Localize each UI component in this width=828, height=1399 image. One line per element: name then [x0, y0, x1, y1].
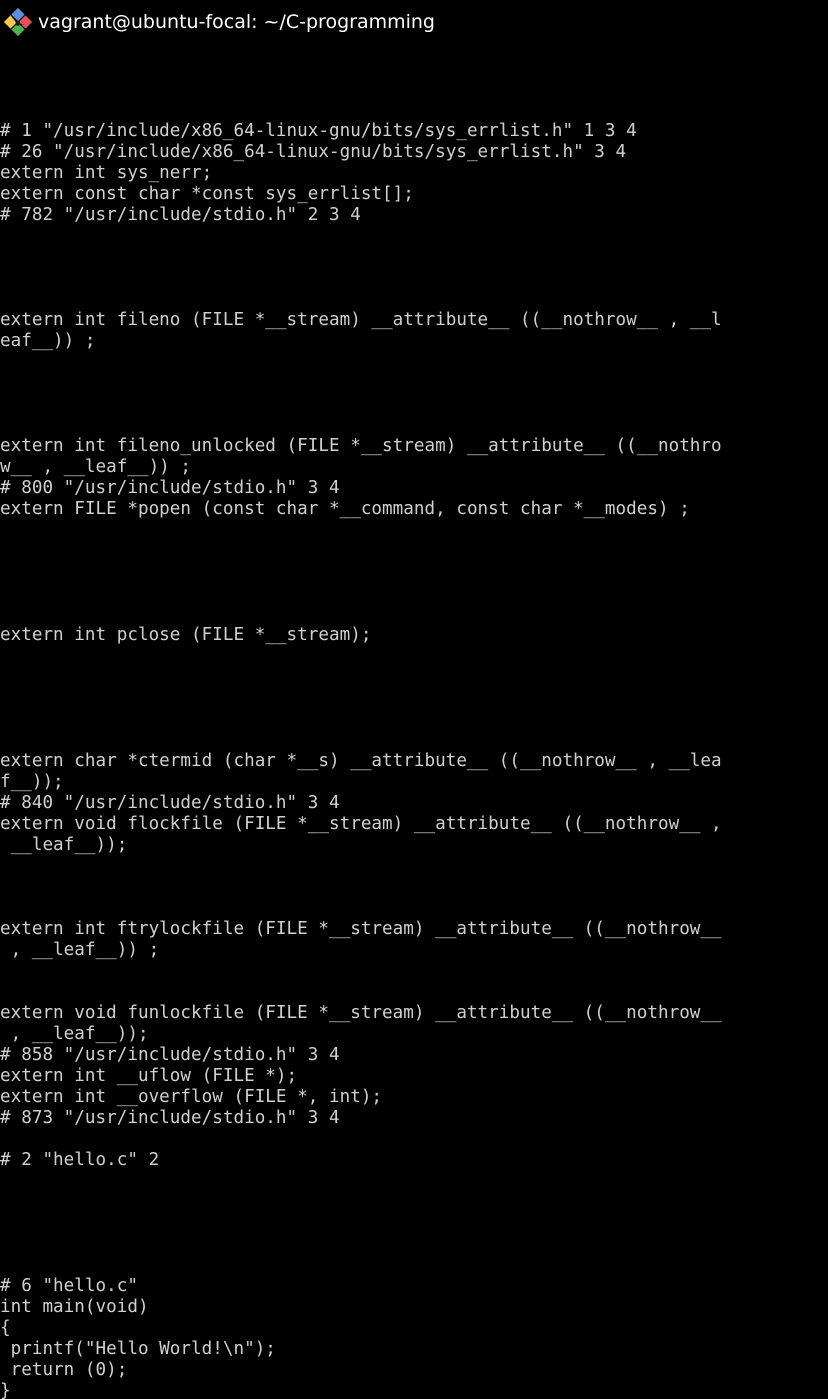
terminal-line: f__)); [0, 772, 64, 792]
terminal-line: extern int __uflow (FILE *); [0, 1066, 298, 1086]
terminal-line: # 2 "hello.c" 2 [0, 1150, 160, 1170]
terminal-line: extern int __overflow (FILE *, int); [0, 1087, 383, 1107]
terminal-line: extern FILE *popen (const char *__comman… [0, 499, 690, 519]
terminal-line: extern int fileno (FILE *__stream) __att… [0, 310, 722, 330]
terminal-line: extern const char *const sys_errlist[]; [0, 184, 414, 204]
terminal-line: } [0, 1381, 11, 1399]
terminal-line: # 840 "/usr/include/stdio.h" 3 4 [0, 793, 340, 813]
terminal-line: # 800 "/usr/include/stdio.h" 3 4 [0, 478, 340, 498]
terminal-line: int main(void) [0, 1297, 149, 1317]
terminal-line: extern int fileno_unlocked (FILE *__stre… [0, 436, 722, 456]
terminal-line: # 26 "/usr/include/x86_64-linux-gnu/bits… [0, 142, 627, 162]
window-title: vagrant@ubuntu-focal: ~/C-programming [38, 10, 435, 33]
vagrant-diamond-icon [4, 7, 32, 36]
terminal-line: eaf__)) ; [0, 331, 96, 351]
terminal-line: extern void funlockfile (FILE *__stream)… [0, 1003, 722, 1023]
terminal-line: printf("Hello World!\n"); [0, 1339, 276, 1359]
terminal-line: extern int pclose (FILE *__stream); [0, 625, 372, 645]
terminal-window: vagrant@ubuntu-focal: ~/C-programming # … [0, 0, 828, 1399]
window-titlebar: vagrant@ubuntu-focal: ~/C-programming [0, 0, 828, 43]
terminal-line: extern int ftrylockfile (FILE *__stream)… [0, 919, 722, 939]
terminal-line: return (0); [0, 1360, 128, 1380]
terminal-line: # 873 "/usr/include/stdio.h" 3 4 [0, 1108, 340, 1128]
terminal-line: __leaf__)); [0, 835, 128, 855]
terminal-line: extern char *ctermid (char *__s) __attri… [0, 751, 722, 771]
terminal-output-area[interactable]: # 1 "/usr/include/x86_64-linux-gnu/bits/… [0, 43, 828, 1399]
terminal-line: # 858 "/usr/include/stdio.h" 3 4 [0, 1045, 340, 1065]
terminal-line: extern void flockfile (FILE *__stream) _… [0, 814, 722, 834]
terminal-line: , __leaf__)); [0, 1024, 149, 1044]
terminal-line: w__ , __leaf__)) ; [0, 457, 192, 477]
terminal-line: extern int sys_nerr; [0, 163, 213, 183]
terminal-line: { [0, 1318, 11, 1338]
terminal-text-buffer: # 1 "/usr/include/x86_64-linux-gnu/bits/… [0, 121, 828, 1399]
terminal-line: # 6 "hello.c" [0, 1276, 138, 1296]
terminal-line: # 782 "/usr/include/stdio.h" 2 3 4 [0, 205, 361, 225]
terminal-line: , __leaf__)) ; [0, 940, 160, 960]
terminal-line: # 1 "/usr/include/x86_64-linux-gnu/bits/… [0, 121, 637, 141]
